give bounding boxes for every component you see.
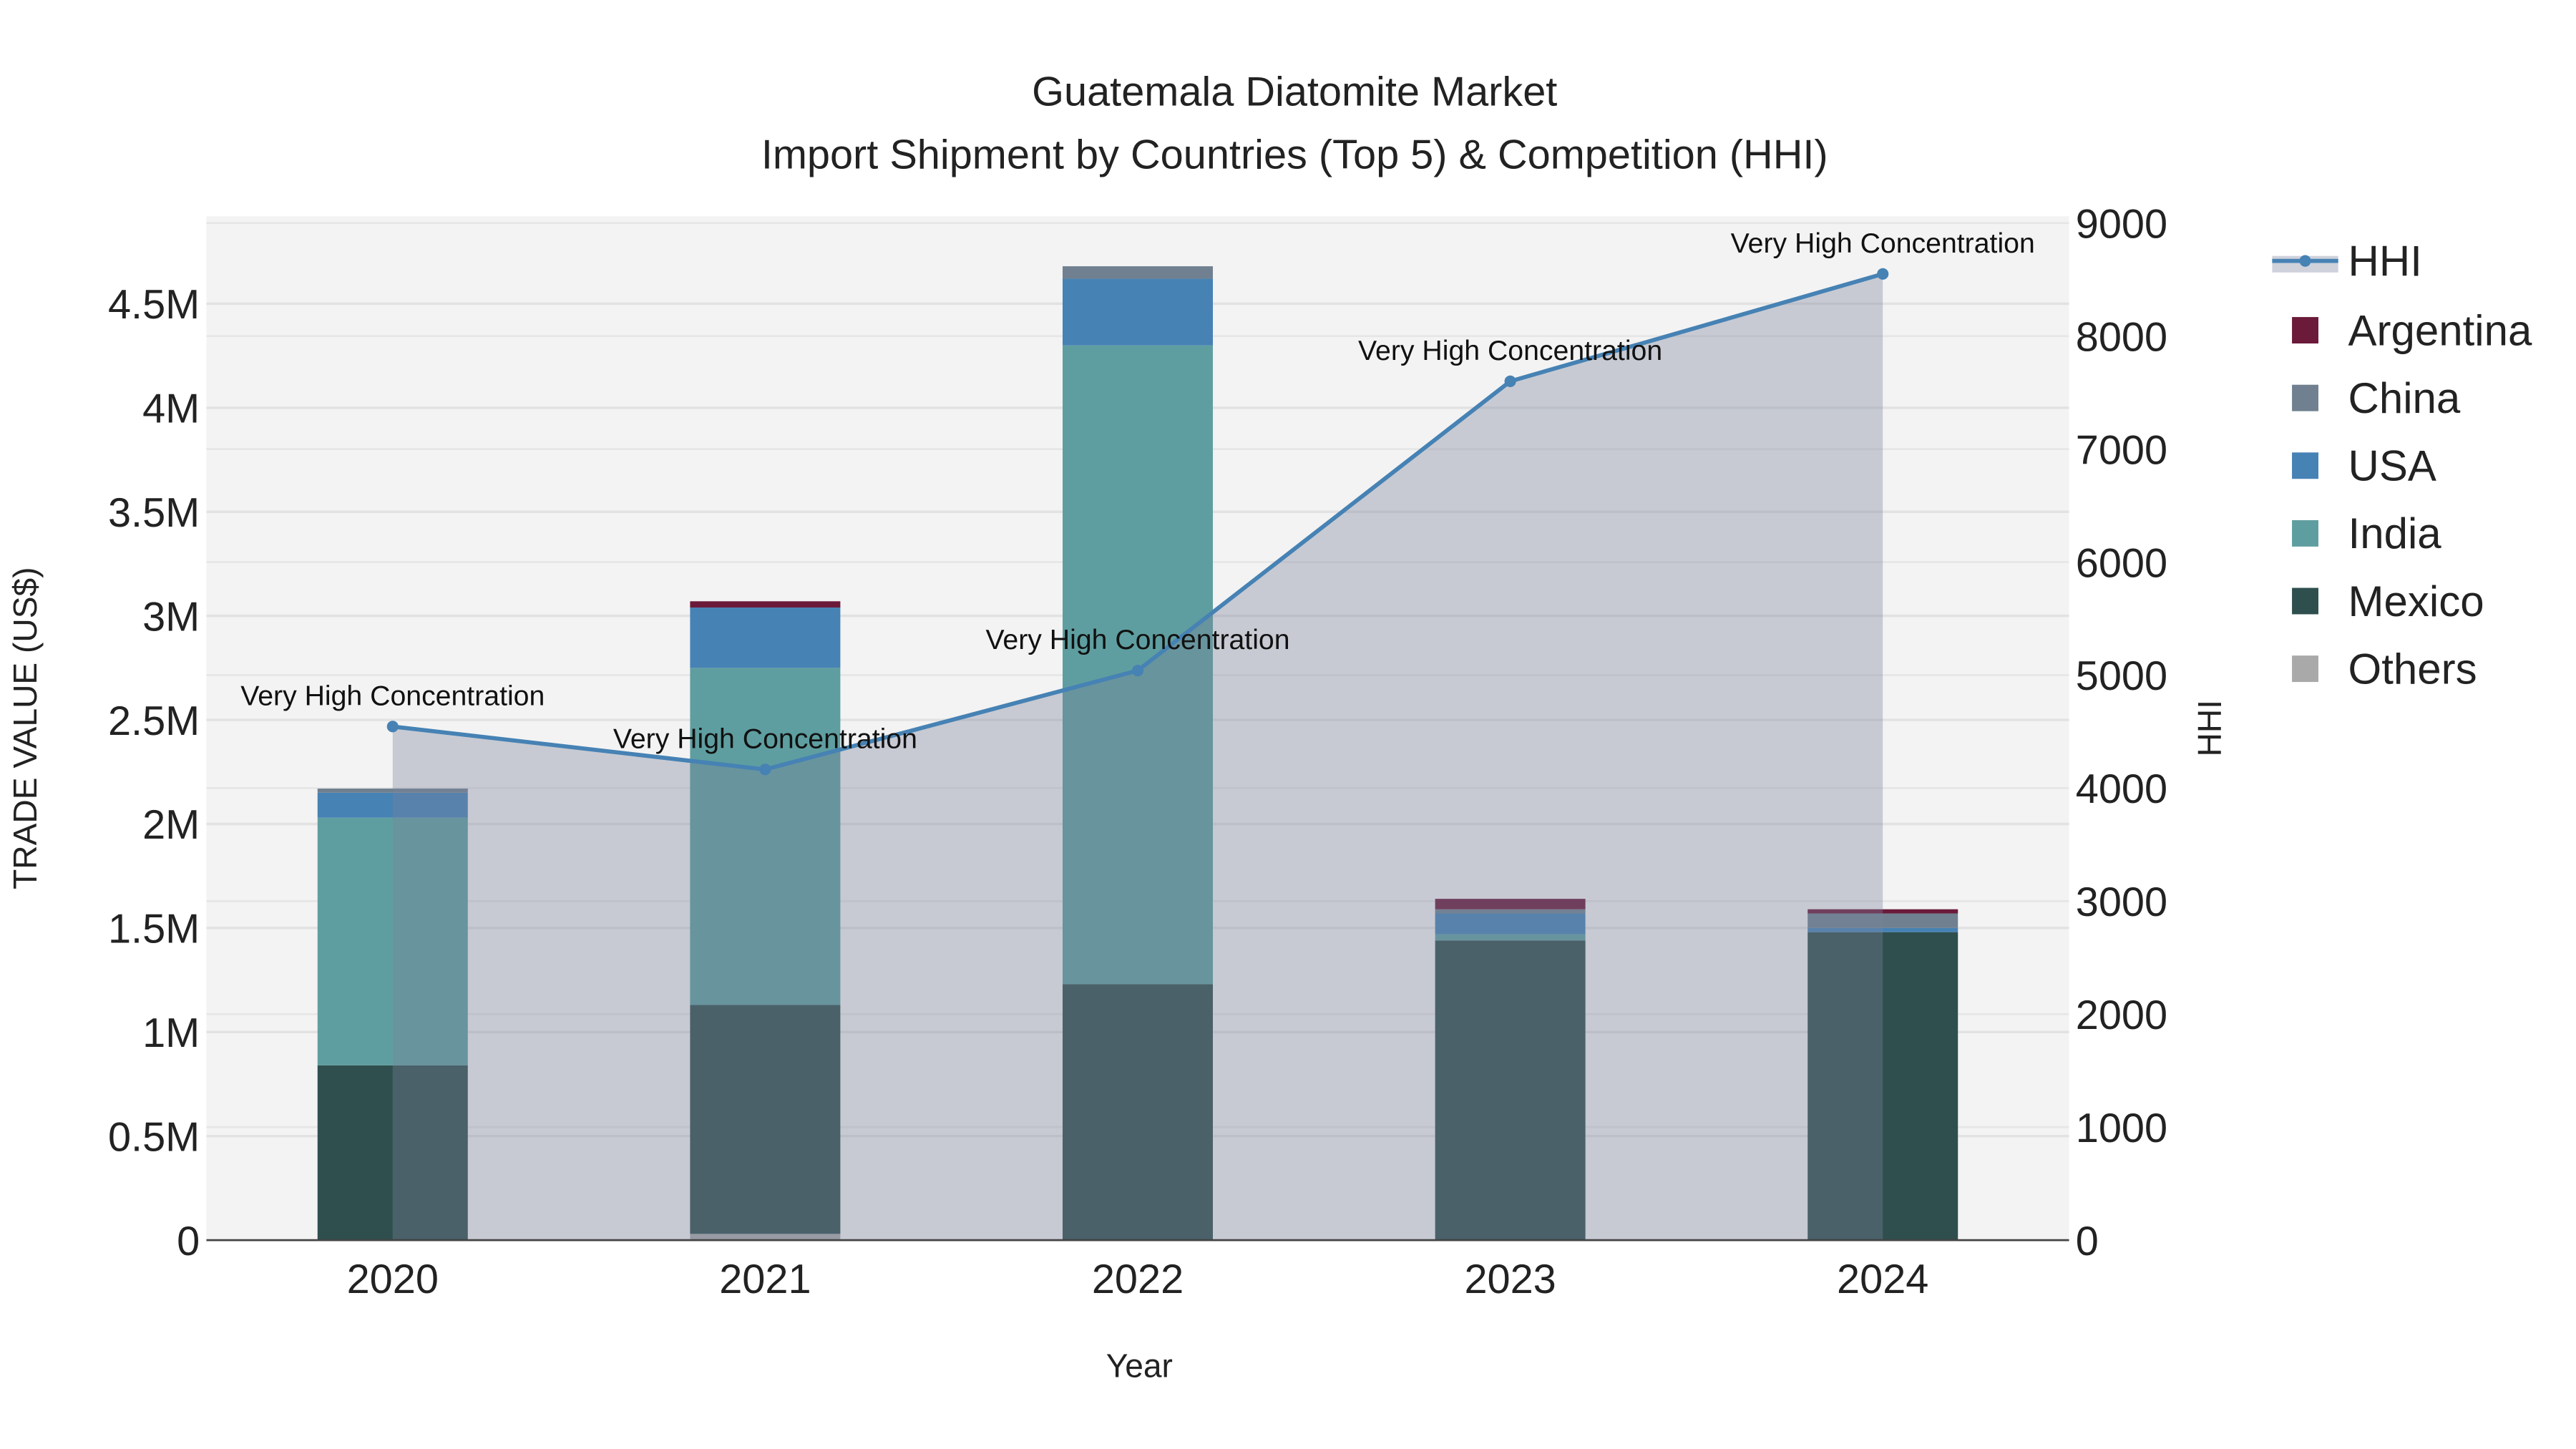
y2-tick-label: 6000 [2076,540,2167,586]
y-tick-label: 4.5M [108,282,200,328]
y-tick-label: 4M [142,386,200,432]
y2-tick-label: 2000 [2076,992,2167,1038]
legend: HHI Argentina China USA India Mexico Others [2272,237,2532,693]
y2-tick-label: 3000 [2076,879,2167,925]
hhi-point-2024 [1877,268,1889,280]
hhi-point-2020 [386,721,399,733]
bar-argentina-2021 [690,601,841,608]
legend-label-others: Others [2348,645,2477,693]
legend-hhi-marker [2299,255,2311,267]
y-axis-ticks: 0 0.5M 1M 1.5M 2M 2.5M 3M 3.5M 4M 4.5M [108,282,200,1264]
hhi-annotation: Very High Concentration [240,680,545,711]
legend-label-usa: USA [2348,442,2436,490]
legend-swatch-mexico [2292,587,2318,615]
y-tick-label: 0 [177,1219,200,1264]
y2-tick-label: 5000 [2076,653,2167,699]
legend-swatch-argentina [2292,317,2318,343]
legend-label-china: China [2348,374,2461,422]
hhi-point-2023 [1504,375,1516,387]
y-tick-label: 1M [142,1010,200,1056]
x-axis-title: Year [1106,1347,1173,1385]
x-tick-label: 2024 [1837,1257,1928,1302]
legend-label-argentina: Argentina [2348,306,2532,354]
x-tick-label: 2022 [1092,1257,1184,1302]
hhi-annotation: Very High Concentration [1358,335,1662,366]
y-tick-label: 2.5M [108,698,200,744]
x-axis-ticks: 2020 2021 2022 2023 2024 [347,1257,1929,1302]
y2-tick-label: 7000 [2076,427,2167,473]
legend-swatch-india [2292,519,2318,547]
y2-tick-label: 4000 [2076,766,2167,812]
legend-swatch-china [2292,384,2318,411]
y2-axis-title: HHI [2191,700,2228,756]
hhi-point-2022 [1131,665,1144,677]
legend-label-india: India [2348,509,2442,557]
bar-usa-2021 [690,608,841,668]
legend-label-hhi: HHI [2348,237,2422,285]
x-tick-label: 2023 [1464,1257,1556,1302]
hhi-point-2021 [759,763,771,776]
chart: 0 0.5M 1M 1.5M 2M 2.5M 3M 3.5M 4M 4.5M 0 1000 2000 3… [6,69,2532,1385]
hhi-annotation: Very High Concentration [985,624,1289,655]
y-tick-label: 0.5M [108,1114,200,1160]
hhi-annotation: Very High Concentration [613,723,917,754]
bar-china-2022 [1063,266,1213,279]
legend-label-mexico: Mexico [2348,577,2484,625]
chart-title-line2: Import Shipment by Countries (Top 5) & C… [761,132,1828,177]
y2-tick-label: 0 [2076,1219,2099,1264]
y2-axis-ticks: 0 1000 2000 3000 4000 5000 6000 7000 8000 9000 [2076,202,2167,1264]
y-tick-label: 3.5M [108,490,200,536]
legend-swatch-others [2292,655,2318,683]
y2-tick-label: 8000 [2076,314,2167,360]
y2-tick-label: 1000 [2076,1106,2167,1151]
x-tick-label: 2020 [347,1257,439,1302]
y-tick-label: 1.5M [108,907,200,952]
y-tick-label: 2M [142,802,200,848]
y-tick-label: 3M [142,594,200,640]
bar-usa-2022 [1063,278,1213,346]
y-axis-title: TRADE VALUE (US$) [6,567,44,889]
y2-tick-label: 9000 [2076,202,2167,248]
x-tick-label: 2021 [719,1257,811,1302]
chart-title-line1: Guatemala Diatomite Market [1032,69,1557,115]
hhi-annotation: Very High Concentration [1731,228,2035,259]
legend-swatch-usa [2292,452,2318,479]
